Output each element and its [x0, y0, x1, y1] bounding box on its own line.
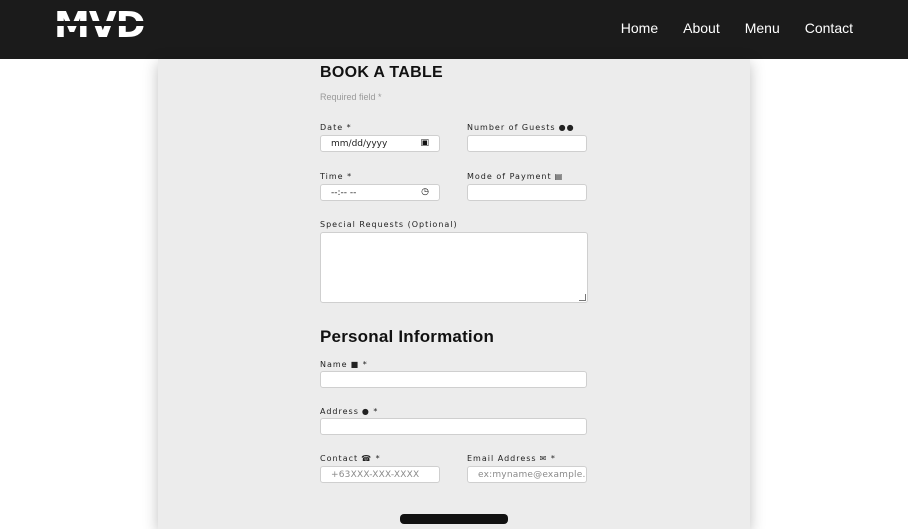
nav-contact[interactable]: Contact [805, 20, 853, 36]
name-label: Name ■ * [320, 360, 368, 369]
users-icon: ●● [558, 123, 575, 132]
required-note: Required field * [320, 92, 382, 102]
email-label: Email Address ✉ * [467, 454, 556, 463]
phone-icon: ☎ [361, 454, 373, 463]
address-input[interactable] [320, 418, 587, 435]
credit-card-icon: ▤ [554, 172, 564, 181]
resize-handle[interactable] [579, 294, 586, 301]
date-label: Date * [320, 123, 352, 132]
email-input[interactable]: ex:myname@example.com [467, 466, 587, 483]
time-label: Time * [320, 172, 353, 181]
submit-button[interactable] [400, 514, 508, 524]
calendar-icon[interactable]: ▣ [420, 138, 429, 148]
logo[interactable]: MVD [54, 6, 146, 46]
logo-cut-stripe [54, 21, 144, 26]
nav-about[interactable]: About [683, 20, 720, 36]
name-input[interactable] [320, 371, 587, 388]
personal-info-title: Personal Information [320, 327, 495, 346]
address-label: Address ● * [320, 407, 379, 416]
payment-input[interactable] [467, 184, 587, 201]
envelope-icon: ✉ [539, 454, 548, 463]
nav-home[interactable]: Home [621, 20, 658, 36]
clock-icon[interactable]: ◷ [421, 187, 429, 197]
map-marker-icon: ● [361, 407, 370, 416]
time-input[interactable]: --:-- -- ◷ [320, 184, 440, 201]
special-requests-label: Special Requests (Optional) [320, 220, 458, 229]
user-icon: ■ [350, 360, 360, 369]
payment-label: Mode of Payment ▤ [467, 172, 564, 181]
guests-label: Number of Guests ●● [467, 123, 575, 132]
navbar: MVD Home About Menu Contact [0, 0, 908, 59]
date-input[interactable]: mm/dd/yyyy ▣ [320, 135, 440, 152]
main-nav: Home About Menu Contact [621, 20, 853, 36]
guests-input[interactable] [467, 135, 587, 152]
special-requests-textarea[interactable] [320, 232, 588, 303]
contact-input[interactable]: +63XXX-XXX-XXXX [320, 466, 440, 483]
nav-menu[interactable]: Menu [745, 20, 780, 36]
contact-label: Contact ☎ * [320, 454, 381, 463]
page-title: BOOK A TABLE [320, 64, 443, 81]
